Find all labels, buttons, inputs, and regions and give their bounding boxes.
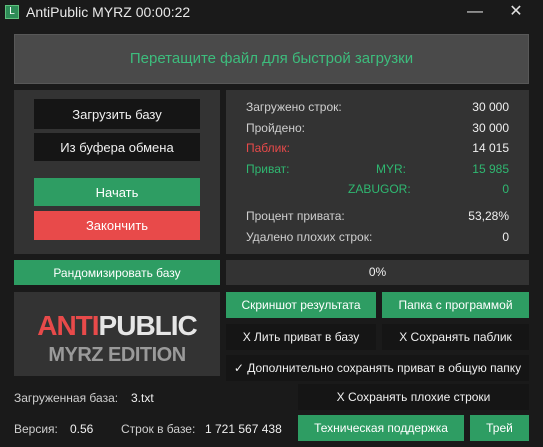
screenshot-result-button[interactable]: Скриншот результата: [226, 292, 376, 318]
logo-edition: MYRZ EDITION: [48, 344, 186, 366]
logo-title: ANTIPUBLIC: [37, 310, 198, 341]
title-bar: L AntiPublic MYRZ 00:00:22 — ✕: [0, 0, 543, 26]
zabugor-value: 0: [502, 182, 509, 196]
removed-bad-label: Удалено плохих строк:: [246, 230, 373, 244]
loaded-base-label: Загруженная база:: [14, 391, 119, 405]
file-drop-zone[interactable]: Перетащите файл для быстрой загрузки: [14, 34, 529, 84]
pour-private-toggle[interactable]: X Лить приват в базу: [226, 324, 376, 350]
close-button[interactable]: ✕: [501, 0, 531, 26]
version-value: 0.56: [70, 422, 94, 436]
save-bad-lines-toggle[interactable]: X Сохранять плохие строки: [298, 384, 529, 410]
tech-support-button[interactable]: Техническая поддержка: [298, 415, 464, 441]
window-title: AntiPublic MYRZ 00:00:22: [26, 4, 191, 20]
extra-save-private-toggle[interactable]: ✓ Дополнительно сохранять приват в общую…: [226, 355, 529, 381]
randomize-base-button[interactable]: Рандомизировать базу: [14, 260, 220, 285]
save-public-toggle[interactable]: X Сохранять паблик: [382, 324, 529, 350]
open-folder-button[interactable]: Папка с программой: [382, 292, 529, 318]
passed-value: 30 000: [472, 121, 509, 135]
private-myr-label: MYR:: [376, 162, 406, 176]
passed-label: Пройдено:: [246, 121, 305, 135]
lines-in-base-value: 1 721 567 438: [205, 422, 282, 436]
progress-bar: 0%: [226, 260, 529, 285]
loaded-base-value: 3.txt: [131, 391, 154, 405]
private-percent-label: Процент привата:: [246, 209, 345, 223]
logo: ANTIPUBLIC MYRZ EDITION: [14, 292, 220, 376]
stats-panel: Загружено строк: 30 000 Пройдено: 30 000…: [226, 90, 529, 254]
start-button[interactable]: Начать: [34, 178, 200, 206]
zabugor-label: ZABUGOR:: [348, 182, 411, 196]
load-base-button[interactable]: Загрузить базу: [34, 99, 200, 129]
private-percent-value: 53,28%: [468, 209, 509, 223]
tray-button[interactable]: Трей: [470, 415, 529, 441]
lines-in-base-label: Строк в базе:: [121, 422, 196, 436]
private-label: Приват:: [246, 162, 290, 176]
public-value: 14 015: [472, 141, 509, 155]
public-label: Паблик:: [246, 141, 290, 155]
removed-bad-value: 0: [502, 230, 509, 244]
app-icon: L: [5, 5, 19, 19]
private-myr-value: 15 985: [472, 162, 509, 176]
version-label: Версия:: [14, 422, 58, 436]
loaded-lines-label: Загружено строк:: [246, 100, 342, 114]
loaded-lines-value: 30 000: [472, 100, 509, 114]
from-clipboard-button[interactable]: Из буфера обмена: [34, 133, 200, 161]
finish-button[interactable]: Закончить: [34, 211, 200, 240]
minimize-button[interactable]: —: [460, 0, 490, 26]
